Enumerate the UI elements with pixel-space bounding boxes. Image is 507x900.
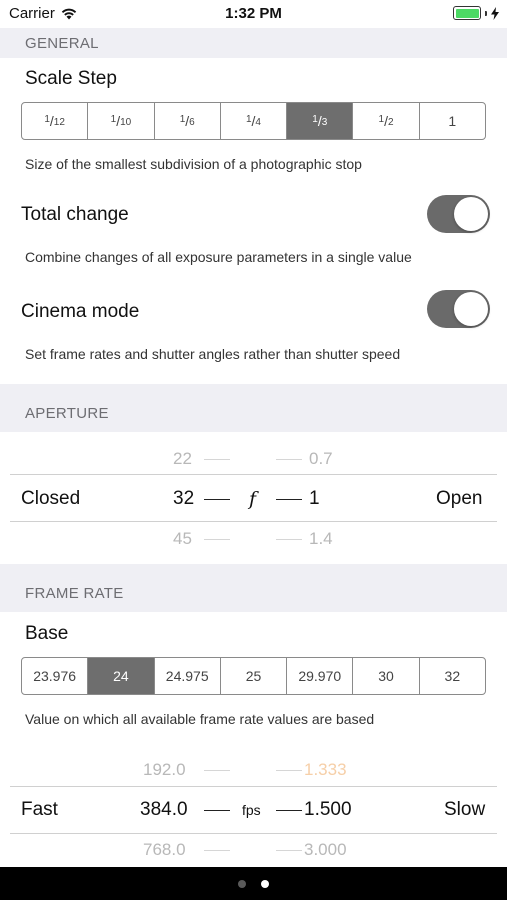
page-indicator[interactable]: [0, 867, 507, 900]
frame-rate-option[interactable]: 24.975: [155, 658, 221, 694]
total-change-toggle[interactable]: [427, 195, 490, 233]
battery-icon: [453, 6, 481, 20]
scale-step-description: Size of the smallest subdivision of a ph…: [25, 156, 362, 172]
picker-tick: [204, 810, 230, 811]
aperture-left-below-value: 45: [173, 529, 192, 548]
picker-selection-bottom-line: [10, 521, 497, 522]
base-title: Base: [25, 623, 69, 644]
fps-left-above-value: 192.0: [143, 760, 186, 779]
picker-tick: [276, 499, 302, 500]
picker-tick: [276, 459, 302, 460]
frame-rate-section-header: FRAME RATE: [0, 564, 507, 612]
picker-tick: [276, 850, 302, 851]
battery-tip: [485, 10, 487, 16]
fps-symbol: fps: [242, 802, 261, 818]
aperture-right-below-value: 1.4: [309, 529, 333, 548]
picker-tick: [204, 850, 230, 851]
base-description: Value on which all available frame rate …: [25, 711, 375, 727]
frame-rate-option[interactable]: 29.970: [287, 658, 354, 694]
status-bar: Carrier 1:32 PM: [0, 0, 507, 28]
scale-step-option[interactable]: 1/12: [22, 103, 89, 139]
aperture-f-symbol: f: [249, 488, 257, 510]
frame-rate-option[interactable]: 24: [88, 658, 155, 694]
scale-step-title: Scale Step: [25, 68, 117, 89]
scale-step-option[interactable]: 1/6: [155, 103, 221, 139]
total-change-description: Combine changes of all exposure paramete…: [25, 249, 412, 265]
picker-selection-bottom-line: [10, 833, 497, 834]
picker-tick: [204, 459, 230, 460]
aperture-left-above-value: 22: [173, 449, 192, 468]
frame-rate-option[interactable]: 23.976: [22, 658, 89, 694]
general-section-header: GENERAL: [0, 28, 507, 58]
frame-rate-option[interactable]: 25: [221, 658, 288, 694]
cinema-mode-description: Set frame rates and shutter angles rathe…: [25, 346, 401, 362]
picker-tick: [276, 539, 302, 540]
slow-label: Slow: [444, 799, 486, 820]
toggle-knob: [454, 197, 488, 231]
scale-step-option[interactable]: 1/4: [221, 103, 288, 139]
frame-rate-option[interactable]: 30: [353, 658, 420, 694]
base-frame-rate-segmented-control[interactable]: 23.976 24 24.975 25 29.970 30 32: [21, 657, 486, 695]
fps-left-current-value: 384.0: [140, 799, 188, 820]
page-dot[interactable]: [238, 879, 246, 888]
aperture-right-above-value: 0.7: [309, 449, 333, 468]
scale-step-option[interactable]: 1: [420, 103, 485, 139]
fps-right-above-value: 1.333: [304, 760, 347, 779]
cinema-mode-toggle[interactable]: [427, 290, 490, 328]
picker-selection-top-line: [10, 474, 497, 475]
charging-bolt-icon: [491, 6, 499, 20]
aperture-left-current-value: 32: [173, 488, 195, 509]
picker-tick: [276, 810, 302, 811]
fast-label: Fast: [21, 799, 58, 820]
status-right: [453, 6, 499, 20]
picker-tick: [204, 499, 230, 500]
picker-tick: [204, 539, 230, 540]
aperture-section-header: APERTURE: [0, 384, 507, 432]
picker-selection-top-line: [10, 786, 497, 787]
fps-left-below-value: 768.0: [143, 840, 186, 859]
scale-step-segmented-control[interactable]: 1/12 1/10 1/6 1/4 1/3 1/2 1: [21, 102, 486, 140]
toggle-knob: [454, 292, 488, 326]
page-dot[interactable]: [261, 879, 269, 888]
cinema-mode-title: Cinema mode: [21, 301, 140, 322]
scale-step-option[interactable]: 1/3: [287, 103, 354, 139]
picker-tick: [276, 770, 302, 771]
scale-step-option[interactable]: 1/2: [353, 103, 420, 139]
fps-right-current-value: 1.500: [304, 799, 352, 820]
scale-step-option[interactable]: 1/10: [88, 103, 155, 139]
frame-rate-option[interactable]: 32: [420, 658, 485, 694]
fps-right-below-value: 3.000: [304, 840, 347, 859]
aperture-right-current-value: 1: [309, 488, 320, 509]
total-change-title: Total change: [21, 204, 129, 225]
aperture-open-label: Open: [436, 488, 483, 509]
aperture-closed-label: Closed: [21, 488, 81, 509]
picker-tick: [204, 770, 230, 771]
status-time: 1:32 PM: [225, 5, 282, 22]
